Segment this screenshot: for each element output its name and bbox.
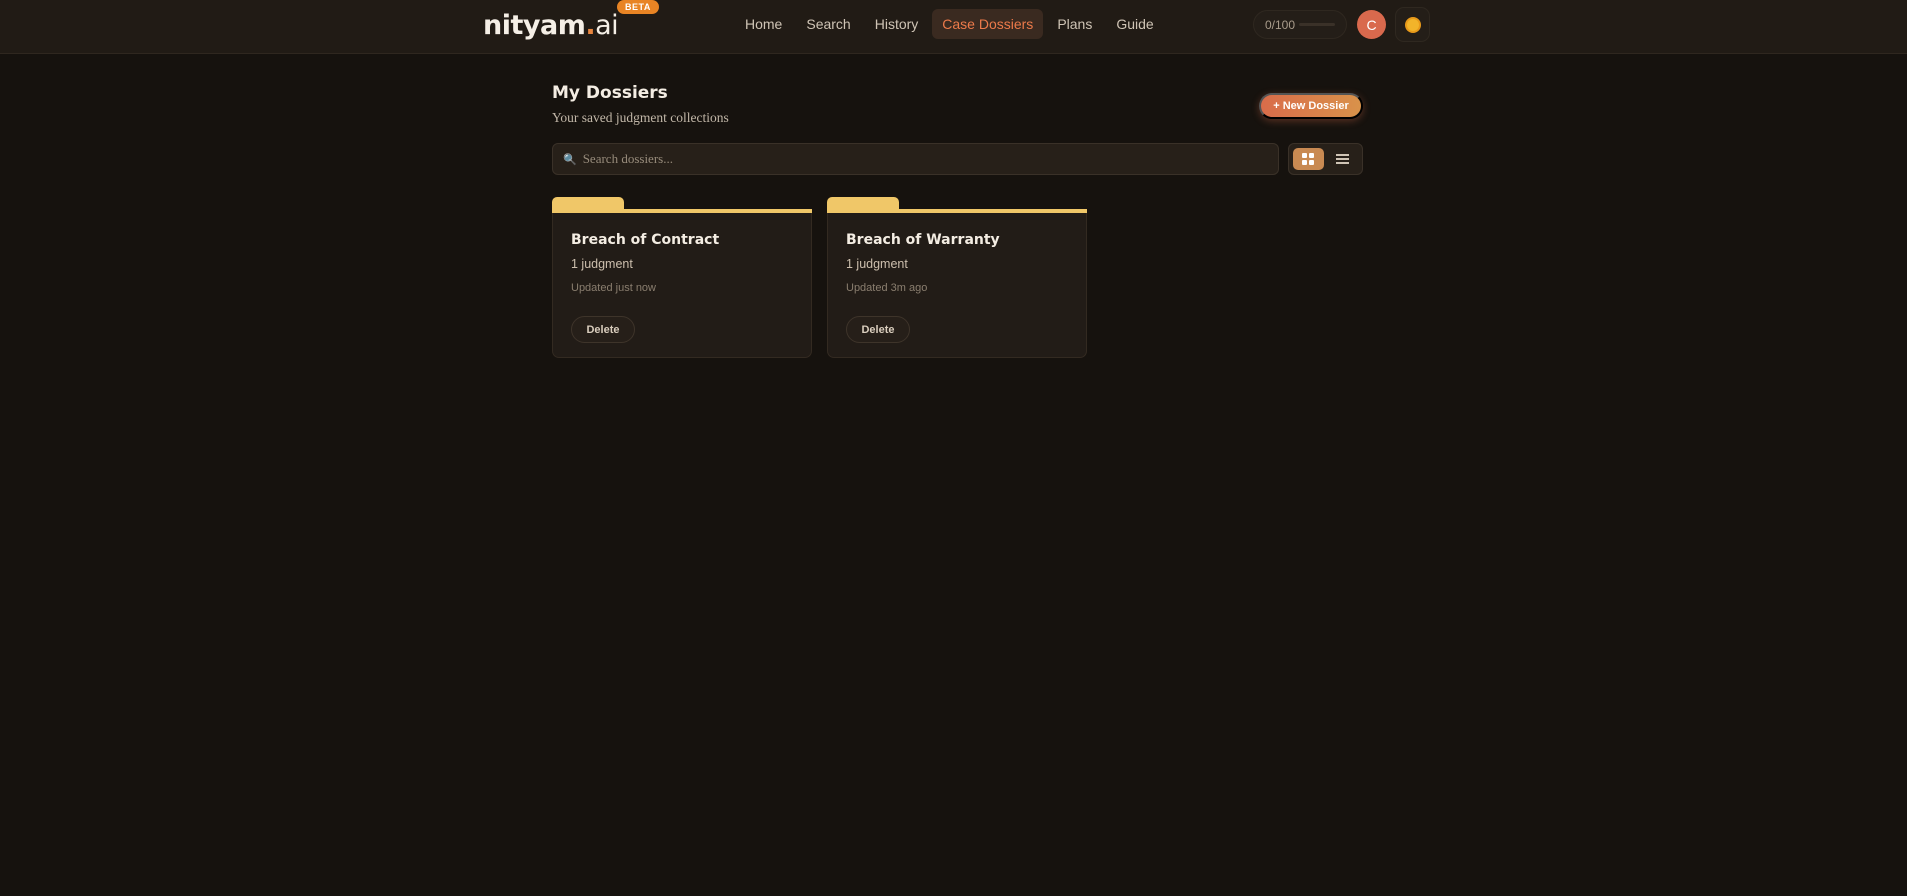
nav-guide[interactable]: Guide (1106, 9, 1163, 39)
grid-view-button[interactable] (1293, 148, 1324, 170)
nav-plans[interactable]: Plans (1047, 9, 1102, 39)
top-header: nityam. ai BETA Home Search History Case … (0, 0, 1907, 54)
sun-icon (1406, 18, 1419, 31)
user-avatar[interactable]: C (1357, 10, 1386, 39)
credits-meter[interactable]: 0/100 (1253, 10, 1347, 39)
credits-progress-bar (1299, 23, 1336, 26)
dossier-title[interactable]: Breach of Warranty (846, 232, 1000, 248)
page-title: My Dossiers (552, 83, 668, 103)
dossier-count: 1 judgment (846, 257, 908, 271)
delete-button[interactable]: Delete (571, 316, 635, 343)
nav-history[interactable]: History (865, 9, 929, 39)
main-nav: Home Search History Case Dossiers Plans … (735, 8, 1164, 39)
dossier-card[interactable]: Breach of Contract 1 judgment Updated ju… (552, 197, 812, 358)
search-input[interactable] (582, 151, 1263, 167)
logo-name: nityam (483, 10, 586, 41)
search-box: 🔍 (552, 143, 1279, 175)
dossier-updated: Updated 3m ago (846, 282, 928, 294)
logo-suffix: ai (595, 10, 619, 41)
view-toggle (1288, 143, 1363, 175)
dossier-title[interactable]: Breach of Contract (571, 232, 719, 248)
dossier-card[interactable]: Breach of Warranty 1 judgment Updated 3m… (827, 197, 1087, 358)
dossier-updated: Updated just now (571, 282, 656, 294)
list-icon (1336, 154, 1350, 164)
theme-toggle-button[interactable] (1395, 7, 1430, 42)
logo[interactable]: nityam. ai (483, 10, 619, 41)
page-subtitle: Your saved judgment collections (552, 110, 729, 125)
dossier-count: 1 judgment (571, 257, 633, 271)
grid-icon (1302, 153, 1315, 165)
new-dossier-button[interactable]: + New Dossier (1259, 93, 1363, 119)
avatar-initial: C (1366, 16, 1377, 33)
beta-badge: BETA (617, 0, 659, 14)
search-icon: 🔍 (563, 152, 577, 166)
delete-button[interactable]: Delete (846, 316, 910, 343)
nav-case-dossiers[interactable]: Case Dossiers (932, 8, 1044, 39)
nav-search[interactable]: Search (796, 9, 860, 39)
credits-text: 0/100 (1265, 17, 1296, 32)
nav-home[interactable]: Home (735, 9, 792, 39)
list-view-button[interactable] (1328, 148, 1359, 170)
logo-dot: . (585, 10, 596, 41)
